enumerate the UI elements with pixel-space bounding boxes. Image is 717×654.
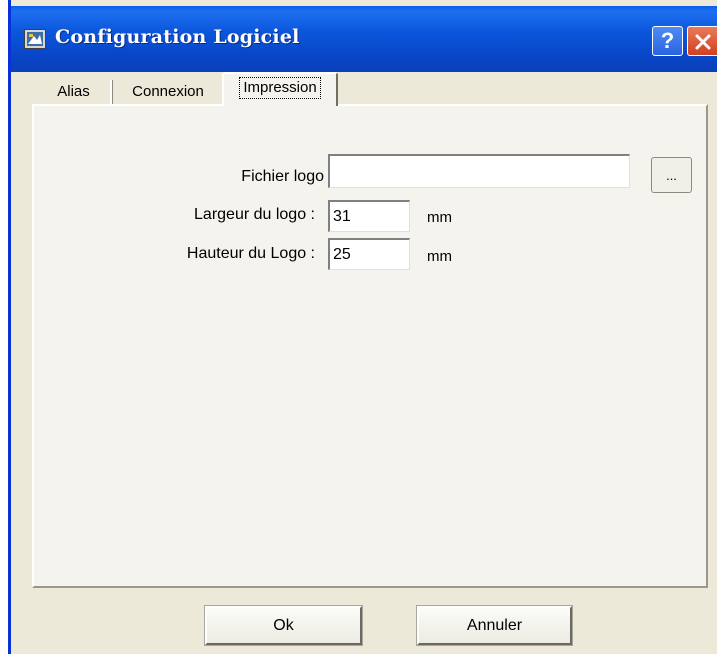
cancel-button[interactable]: Annuler [416,605,573,646]
window-title: Configuration Logiciel [55,26,300,48]
tab-alias[interactable]: Alias [36,77,113,105]
logo-height-unit: mm [427,248,452,265]
tab-impression-label: Impression [239,77,321,99]
logo-width-input[interactable] [328,200,410,232]
logo-file-label: Fichier logo [241,168,324,185]
browse-button[interactable]: ... [651,157,692,193]
tab-connexion[interactable]: Connexion [114,77,222,105]
title-bar[interactable]: Configuration Logiciel ? [11,6,717,72]
tab-alias-label: Alias [57,83,90,100]
tab-impression[interactable]: Impression [222,72,338,106]
dialog-window: Configuration Logiciel ? Alias Connexion… [8,0,717,654]
ok-button[interactable]: Ok [204,605,363,646]
logo-width-label: Largeur du logo : [194,206,315,223]
logo-file-input[interactable] [328,154,630,188]
tab-connexion-label: Connexion [132,83,204,100]
logo-width-unit: mm [427,209,452,226]
app-settings-icon [24,29,46,49]
logo-height-input[interactable] [328,238,410,270]
help-button[interactable]: ? [652,26,683,56]
logo-height-label: Hauteur du Logo : [186,245,315,262]
close-icon [695,34,711,50]
close-button[interactable] [687,26,717,56]
